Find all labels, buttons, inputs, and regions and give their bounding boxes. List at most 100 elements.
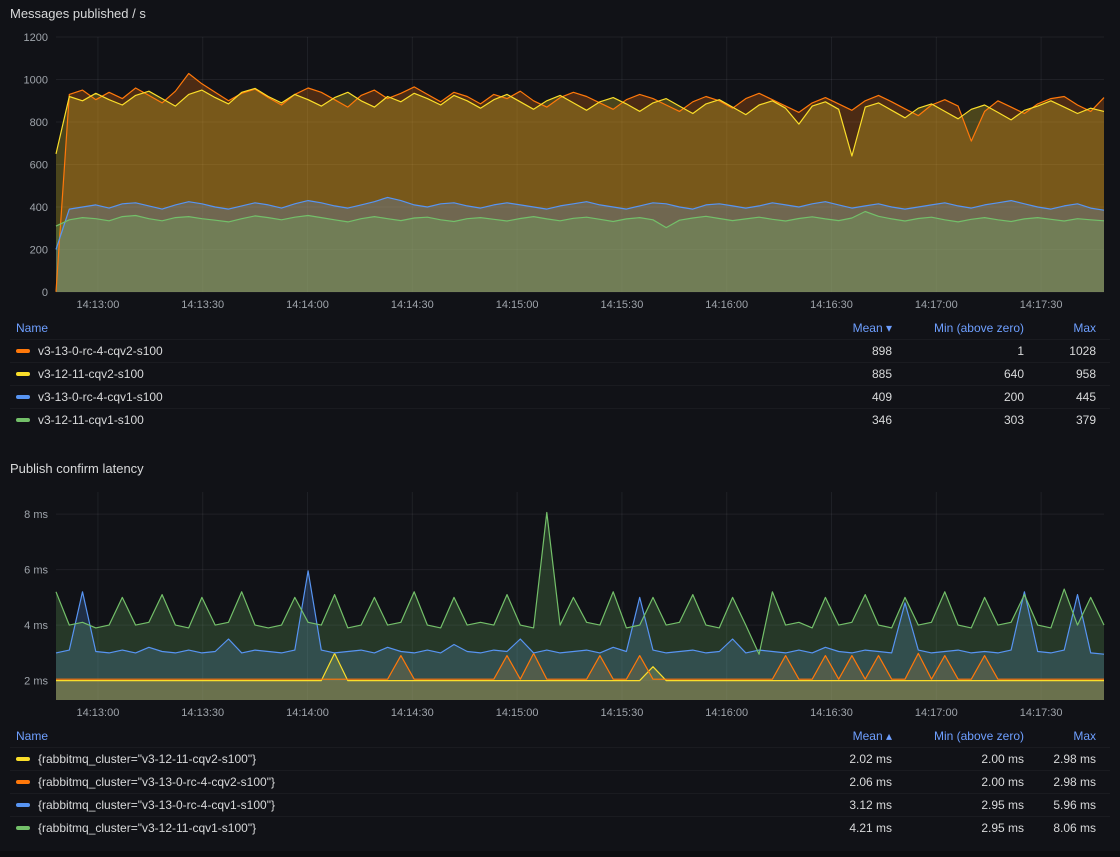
legend-min-value: 303 — [904, 413, 1024, 427]
legend-mean-value: 2.02 ms — [772, 752, 892, 766]
legend-max-value: 379 — [1036, 413, 1096, 427]
legend-mean-value: 898 — [772, 344, 892, 358]
series-color-swatch[interactable] — [16, 395, 30, 399]
legend-row: v3-12-11-cqv1-s100 346 303 379 — [10, 408, 1110, 431]
series-color-swatch[interactable] — [16, 372, 30, 376]
legend-rows: {rabbitmq_cluster="v3-12-11-cqv2-s100"} 2… — [10, 747, 1110, 839]
legend-mean-value: 409 — [772, 390, 892, 404]
y-tick-label: 8 ms — [24, 509, 48, 521]
legend-max-value: 2.98 ms — [1036, 775, 1096, 789]
legend-header-min[interactable]: Min (above zero) — [904, 729, 1024, 743]
legend-min-value: 2.95 ms — [904, 798, 1024, 812]
panel-edge-divider — [0, 851, 1120, 857]
x-tick-label: 14:14:00 — [286, 299, 329, 311]
panel-title: Publish confirm latency — [10, 461, 1110, 476]
x-tick-label: 14:14:30 — [391, 299, 434, 311]
x-tick-label: 14:17:30 — [1020, 299, 1063, 311]
series-color-swatch[interactable] — [16, 418, 30, 422]
legend-header-min[interactable]: Min (above zero) — [904, 321, 1024, 335]
x-tick-label: 14:15:00 — [496, 299, 539, 311]
legend-min-value: 2.00 ms — [904, 775, 1024, 789]
legend-max-value: 1028 — [1036, 344, 1096, 358]
legend-row: {rabbitmq_cluster="v3-13-0-rc-4-cqv1-s10… — [10, 793, 1110, 816]
legend-header-mean[interactable]: Mean ▾ — [772, 321, 892, 335]
series-color-swatch[interactable] — [16, 826, 30, 830]
y-tick-label: 2 ms — [24, 676, 48, 688]
x-tick-label: 14:14:00 — [286, 707, 329, 719]
legend-series-name[interactable]: v3-13-0-rc-4-cqv1-s100 — [38, 390, 163, 404]
legend-row: {rabbitmq_cluster="v3-12-11-cqv2-s100"} 2… — [10, 747, 1110, 770]
legend-header-mean[interactable]: Mean ▴ — [772, 729, 892, 743]
legend-series-name[interactable]: v3-13-0-rc-4-cqv2-s100 — [38, 344, 163, 358]
legend-max-value: 958 — [1036, 367, 1096, 381]
x-tick-label: 14:17:00 — [915, 707, 958, 719]
x-tick-label: 14:13:30 — [181, 299, 224, 311]
y-tick-label: 200 — [30, 245, 48, 257]
legend-row: {rabbitmq_cluster="v3-12-11-cqv1-s100"} 4… — [10, 816, 1110, 839]
y-tick-label: 400 — [30, 202, 48, 214]
legend-row: v3-13-0-rc-4-cqv2-s100 898 1 1028 — [10, 339, 1110, 362]
x-tick-label: 14:13:00 — [77, 707, 120, 719]
legend-header-row: Name Mean ▾ Min (above zero) Max — [10, 316, 1110, 339]
legend-min-value: 2.95 ms — [904, 821, 1024, 835]
legend-max-value: 5.96 ms — [1036, 798, 1096, 812]
legend-series-name[interactable]: {rabbitmq_cluster="v3-13-0-rc-4-cqv1-s10… — [38, 798, 275, 812]
x-tick-label: 14:15:30 — [601, 707, 644, 719]
legend-mean-value: 346 — [772, 413, 892, 427]
legend-row: v3-13-0-rc-4-cqv1-s100409200445 — [10, 385, 1110, 408]
series-color-swatch[interactable] — [16, 780, 30, 784]
legend-row: v3-12-11-cqv2-s100 885 640 958 — [10, 362, 1110, 385]
x-tick-label: 14:15:30 — [601, 299, 644, 311]
legend-series-name[interactable]: {rabbitmq_cluster="v3-12-11-cqv2-s100"} — [38, 752, 256, 766]
x-tick-label: 14:13:00 — [77, 299, 120, 311]
messages-published-chart[interactable]: 0 200 400 600 800 1000 1200 14:13:00 14:13:30 14:… — [10, 29, 1110, 314]
x-tick-label: 14:13:30 — [181, 707, 224, 719]
panel-publish-confirm-latency: Publish confirm latency 2 ms 4 ms 6 ms 8 ms… — [0, 455, 1120, 839]
y-tick-label: 4 ms — [24, 620, 48, 632]
legend-series-name[interactable]: {rabbitmq_cluster="v3-12-11-cqv1-s100"} — [38, 821, 256, 835]
legend-table: Name Mean ▾ Min (above zero) Max v3-13-0… — [10, 316, 1110, 431]
x-tick-label: 14:16:30 — [810, 299, 853, 311]
panel-messages-published: Messages published / s 0 200 400 600 800 1000… — [0, 0, 1120, 431]
legend-header-row: Name Mean ▴ Min (above zero) Max — [10, 724, 1110, 747]
legend-header-max[interactable]: Max — [1036, 729, 1096, 743]
y-tick-label: 1200 — [24, 32, 48, 44]
x-tick-label: 14:17:30 — [1020, 707, 1063, 719]
series-area — [56, 212, 1104, 293]
series-area — [56, 513, 1104, 701]
legend-header-name[interactable]: Name — [16, 321, 760, 335]
legend-min-value: 2.00 ms — [904, 752, 1024, 766]
legend-mean-value: 4.21 ms — [772, 821, 892, 835]
y-tick-label: 6 ms — [24, 565, 48, 577]
x-tick-label: 14:16:00 — [705, 299, 748, 311]
legend-mean-value: 3.12 ms — [772, 798, 892, 812]
x-tick-label: 14:16:00 — [705, 707, 748, 719]
x-tick-label: 14:17:00 — [915, 299, 958, 311]
legend-series-name[interactable]: {rabbitmq_cluster="v3-13-0-rc-4-cqv2-s10… — [38, 775, 275, 789]
legend-series-name[interactable]: v3-12-11-cqv2-s100 — [38, 367, 144, 381]
legend-table: Name Mean ▴ Min (above zero) Max {rabbit… — [10, 724, 1110, 839]
legend-series-name[interactable]: v3-12-11-cqv1-s100 — [38, 413, 144, 427]
legend-min-value: 200 — [904, 390, 1024, 404]
series-color-swatch[interactable] — [16, 349, 30, 353]
y-tick-label: 0 — [42, 287, 48, 299]
legend-min-value: 1 — [904, 344, 1024, 358]
dashboard: Messages published / s 0 200 400 600 800 1000… — [0, 0, 1120, 839]
publish-confirm-latency-chart[interactable]: 2 ms 4 ms 6 ms 8 ms 14:13:00 14:13:30 14:14:00… — [10, 484, 1110, 722]
legend-header-max[interactable]: Max — [1036, 321, 1096, 335]
y-tick-label: 1000 — [24, 75, 48, 87]
x-tick-label: 14:16:30 — [810, 707, 853, 719]
legend-min-value: 640 — [904, 367, 1024, 381]
legend-header-name[interactable]: Name — [16, 729, 760, 743]
y-tick-label: 600 — [30, 160, 48, 172]
x-tick-label: 14:14:30 — [391, 707, 434, 719]
series-color-swatch[interactable] — [16, 757, 30, 761]
series-color-swatch[interactable] — [16, 803, 30, 807]
panel-title: Messages published / s — [10, 6, 1110, 21]
legend-max-value: 2.98 ms — [1036, 752, 1096, 766]
legend-mean-value: 885 — [772, 367, 892, 381]
legend-row: {rabbitmq_cluster="v3-13-0-rc-4-cqv2-s10… — [10, 770, 1110, 793]
legend-rows: v3-13-0-rc-4-cqv2-s100 898 1 1028 v3-12-11-c… — [10, 339, 1110, 431]
legend-mean-value: 2.06 ms — [772, 775, 892, 789]
y-tick-label: 800 — [30, 117, 48, 129]
